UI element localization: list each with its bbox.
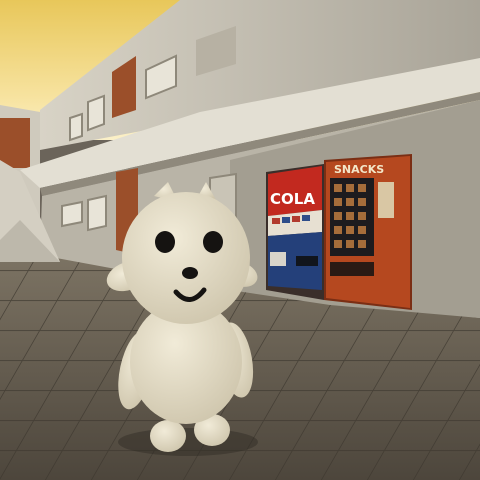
snacks-sign: SNACKS [334,163,384,176]
head [122,192,250,324]
upper-window [87,94,105,132]
upper-window [69,112,83,142]
snacks-vending-machine[interactable]: SNACKS [324,154,412,310]
game-viewport[interactable]: COLA SNACKS [0,0,480,480]
left-door [0,118,30,168]
nose [182,267,198,279]
lower-window [87,194,107,232]
character-shadow [118,428,258,456]
left-eye [155,231,175,253]
left-foot [150,420,186,452]
lower-window [61,200,83,228]
snacks-tray [330,262,374,276]
cola-sign: COLA [270,190,315,208]
scene-canvas: COLA SNACKS [0,0,480,480]
right-eye [203,231,223,253]
snacks-keypad [378,182,394,218]
cola-vending-machine[interactable]: COLA [266,164,324,300]
